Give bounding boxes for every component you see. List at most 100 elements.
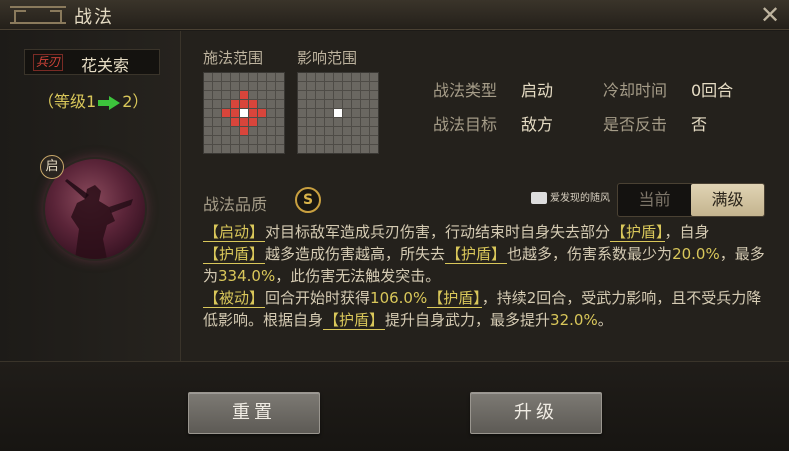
cast-range-label: 施法范围 (203, 49, 264, 67)
range-cell (240, 118, 248, 126)
range-cell (352, 145, 360, 153)
range-cell (361, 136, 369, 144)
watermark: 爱发现的随风 (531, 189, 610, 204)
range-cell (204, 82, 212, 90)
weapon-type-tag: 兵刃 (33, 54, 64, 71)
range-cell (213, 136, 221, 144)
range-cell (267, 73, 275, 81)
max-coefficient: 334.0% (218, 267, 276, 285)
desc-text: 也越多，伤害系数最少为 (507, 245, 673, 263)
range-cell (204, 73, 212, 81)
cast-range-grid (203, 72, 285, 154)
range-cell (307, 73, 315, 81)
tactic-detail-panel: 施法范围 影响范围 战法类型 启动 冷却时间 0回合 战法目标 敌方 是否反击 … (180, 31, 789, 361)
tactic-summary-panel: 兵刃 花关索 （等级1 2） 启 (0, 31, 180, 361)
range-cell (267, 82, 275, 90)
range-cell (343, 118, 351, 126)
range-cell (325, 109, 333, 117)
active-tag: 【启动】 (203, 223, 266, 242)
range-cell (258, 145, 266, 153)
range-cell (213, 118, 221, 126)
range-cell (267, 109, 275, 117)
range-cell (316, 109, 324, 117)
range-cell (370, 118, 378, 126)
range-cell (343, 82, 351, 90)
range-cell (222, 127, 230, 135)
range-cell (267, 127, 275, 135)
range-cell (258, 109, 266, 117)
range-cell (307, 109, 315, 117)
passive-effect-paragraph: 【被动】回合开始时获得106.0%【护盾】，持续2回合，受武力影响，且不受兵力降… (203, 287, 768, 331)
range-cell (258, 127, 266, 135)
tactic-type-label: 战法类型 (433, 81, 498, 100)
range-cell (370, 109, 378, 117)
range-cell (213, 109, 221, 117)
range-cell (307, 136, 315, 144)
range-cell (361, 73, 369, 81)
range-cell (352, 73, 360, 81)
range-cell (276, 109, 284, 117)
range-cell (370, 136, 378, 144)
range-cell (361, 118, 369, 126)
range-cell (267, 91, 275, 99)
range-cell (222, 82, 230, 90)
range-cell (267, 118, 275, 126)
range-cell (276, 145, 284, 153)
range-cell (231, 136, 239, 144)
range-cell (343, 109, 351, 117)
range-cell (352, 109, 360, 117)
range-cell (298, 136, 306, 144)
action-bar: 重置 升级 (0, 361, 789, 451)
arrow-right-icon (98, 95, 121, 110)
range-cell (276, 73, 284, 81)
tactic-name: 花关索 (81, 56, 130, 75)
level-view-toggle: 当前 满级 (617, 183, 765, 217)
range-cell (334, 100, 342, 108)
range-cell (343, 145, 351, 153)
title-bar: 战法 ✕ (0, 0, 789, 30)
range-cell (276, 118, 284, 126)
tactic-target-label: 战法目标 (433, 115, 498, 134)
active-effect-paragraph: 【启动】对目标敌军造成兵刃伤害，行动结束时自身失去部分【护盾】，自身【护盾】越多… (203, 221, 768, 287)
range-cell (343, 100, 351, 108)
effect-range-label: 影响范围 (297, 49, 358, 67)
range-cell (240, 73, 248, 81)
tactic-name-box: 兵刃 花关索 (24, 49, 160, 75)
watermark-text: 爱发现的随风 (550, 193, 610, 204)
desc-text: 提升自身武力，最多提升 (385, 311, 551, 329)
range-cell (204, 91, 212, 99)
upgrade-button[interactable]: 升级 (470, 392, 602, 434)
range-cell (343, 136, 351, 144)
shield-keyword: 【护盾】 (323, 311, 386, 330)
range-cell (316, 82, 324, 90)
range-cell (334, 136, 342, 144)
range-cell (325, 73, 333, 81)
quality-badge: S (295, 187, 321, 213)
reset-button[interactable]: 重置 (188, 392, 320, 434)
range-cell (204, 109, 212, 117)
range-cell (249, 136, 257, 144)
shield-keyword: 【护盾】 (203, 245, 266, 264)
range-cell (316, 118, 324, 126)
range-cell (316, 73, 324, 81)
tab-max-level[interactable]: 满级 (691, 184, 764, 216)
range-cell (298, 109, 306, 117)
range-cell (343, 91, 351, 99)
range-cell (307, 91, 315, 99)
desc-text: ，此伤害无法触发突击。 (275, 267, 441, 285)
range-cell (276, 82, 284, 90)
range-cell (240, 127, 248, 135)
range-cell (213, 145, 221, 153)
range-cell (352, 91, 360, 99)
range-cell (204, 127, 212, 135)
range-cell (231, 145, 239, 153)
close-icon[interactable]: ✕ (757, 2, 783, 28)
effect-range-grid (297, 72, 379, 154)
force-boost-value: 32.0% (550, 311, 598, 329)
range-cell (240, 145, 248, 153)
range-cell (222, 100, 230, 108)
counter-value: 否 (691, 115, 708, 134)
range-cell (316, 145, 324, 153)
range-cell (213, 82, 221, 90)
tab-current[interactable]: 当前 (618, 184, 691, 216)
